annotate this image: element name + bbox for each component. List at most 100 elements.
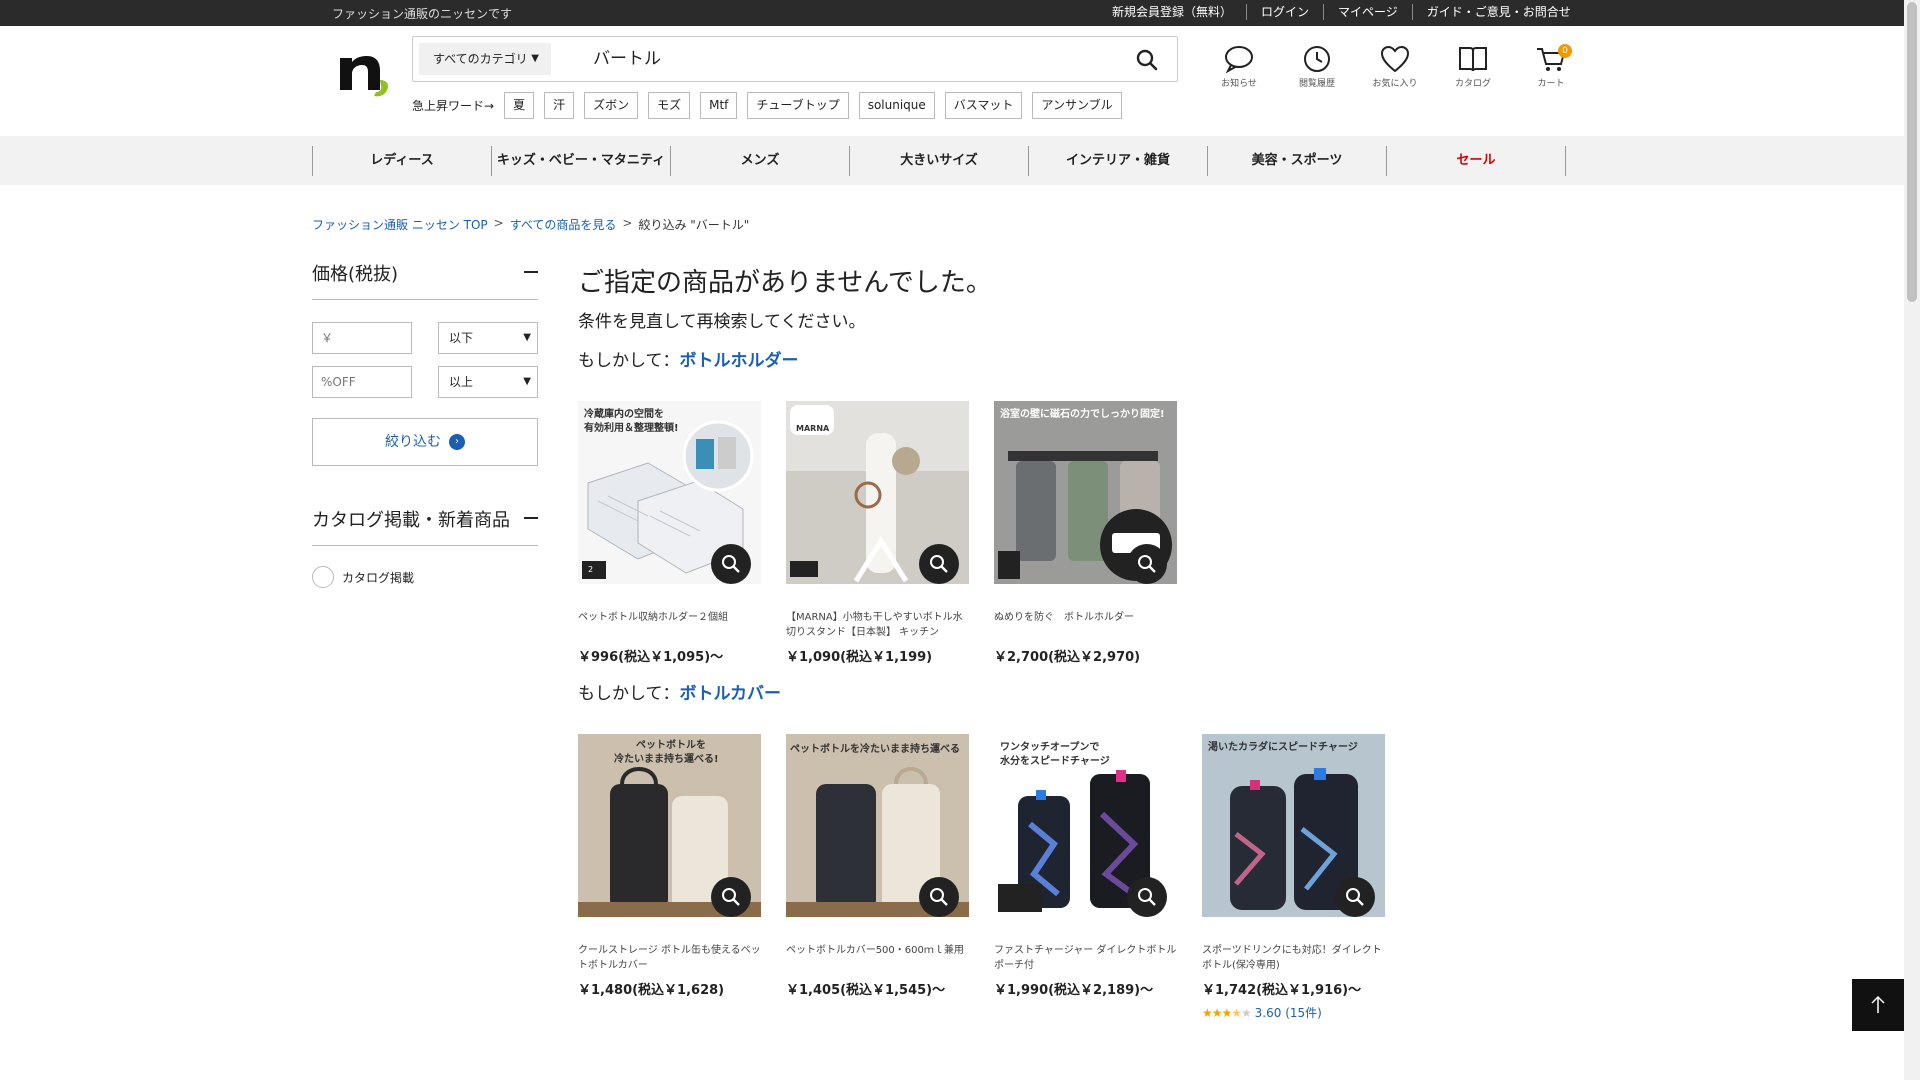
magnifier-icon: [930, 555, 948, 573]
collapse-icon: [524, 517, 538, 519]
magnifier-icon: [722, 555, 740, 573]
category-select-value: すべてのカテゴリ: [433, 52, 528, 66]
cart-button[interactable]: 0 カート: [1512, 44, 1590, 89]
zoom-button[interactable]: [1127, 877, 1167, 917]
top-links: 新規会員登録（無料） ログイン マイページ ガイド・ご意見・お問合せ: [1112, 4, 1585, 20]
product-card[interactable]: 冷蔵庫内の空間を 有効利用＆整理整頓! 2 ペットボトル収納ホルダー２個組 ￥9…: [578, 401, 761, 665]
history-button[interactable]: 閲覧履歴: [1278, 44, 1356, 89]
magnifier-icon: [722, 888, 740, 906]
site-logo[interactable]: [336, 46, 392, 98]
suggestion-link[interactable]: ボトルホルダー: [680, 351, 799, 371]
trending-tag[interactable]: 夏: [504, 92, 535, 119]
filter-sidebar: 価格(税抜) 以下 ▼ 以上 ▼ 絞り込む › カタログ掲載・新着商品 カタログ掲…: [312, 260, 538, 588]
heart-icon: [1380, 45, 1410, 73]
back-to-top-button[interactable]: [1852, 979, 1904, 1031]
search-icon: [1136, 49, 1158, 71]
svg-text:冷たいまま持ち運べる!: 冷たいまま持ち運べる!: [614, 752, 719, 765]
nav-item-ladies[interactable]: レディース: [313, 146, 492, 176]
header-icons: お知らせ 閲覧履歴 お気に入り カタログ 0 カート: [1200, 44, 1590, 89]
retry-message: 条件を見直して再検索してください。: [578, 312, 866, 332]
cart-count-badge: 0: [1558, 44, 1572, 58]
favorites-button[interactable]: お気に入り: [1356, 44, 1434, 89]
category-select[interactable]: すべてのカテゴリ ▼: [419, 43, 551, 75]
product-card[interactable]: ペットボトルを 冷たいまま持ち運べる! クールストレージ ボトル缶も使えるペット…: [578, 734, 761, 1021]
price-input[interactable]: [312, 322, 412, 354]
trending-tag[interactable]: 汗: [544, 92, 575, 119]
discount-input[interactable]: [312, 366, 412, 398]
zoom-button[interactable]: [711, 877, 751, 917]
product-name[interactable]: スポーツドリンクにも対応！ダイレクトボトル(保冷専用): [1202, 943, 1385, 973]
product-name[interactable]: 【MARNA】小物も干しやすいボトル水切りスタンド【日本製】 キッチン: [786, 610, 969, 640]
trending-tag[interactable]: solunique: [858, 92, 935, 119]
arrow-up-icon: [1871, 995, 1885, 1013]
price-filter-header[interactable]: 価格(税抜): [312, 260, 538, 300]
svg-text:有効利用＆整理整頓!: 有効利用＆整理整頓!: [584, 421, 679, 434]
notifications-button[interactable]: お知らせ: [1200, 44, 1278, 89]
product-card[interactable]: 渇いたカラダにスピードチャージ スポーツドリンクにも対応！ダイレクトボトル(保冷…: [1202, 734, 1385, 1021]
svg-text:ワンタッチオープンで: ワンタッチオープンで: [1000, 740, 1099, 753]
trending-tag[interactable]: チューブトップ: [747, 92, 849, 119]
catalog-filter-header[interactable]: カタログ掲載・新着商品: [312, 506, 538, 546]
book-icon: [1459, 47, 1487, 72]
breadcrumb-home[interactable]: ファッション通販 ニッセン TOP: [312, 216, 488, 233]
suggestion-link[interactable]: ボトルカバー: [680, 684, 782, 704]
trending-tag[interactable]: モズ: [648, 92, 691, 119]
product-name[interactable]: ファストチャージャー ダイレクトボトルポーチ付: [994, 943, 1177, 973]
catalog-button[interactable]: カタログ: [1434, 44, 1512, 89]
svg-text:渇いたカラダにスピードチャージ: 渇いたカラダにスピードチャージ: [1208, 740, 1358, 753]
product-card[interactable]: ワンタッチオープンで 水分をスピードチャージ ファストチャージャー ダイレクトボ…: [994, 734, 1177, 1021]
product-image: 冷蔵庫内の空間を 有効利用＆整理整頓! 2: [578, 401, 761, 584]
product-card[interactable]: 浴室の壁に磁石の力でしっかり固定! ぬめりを防ぐ ボトルホルダー ￥2,700(…: [994, 401, 1177, 665]
product-image: ペットボトルを冷たいまま持ち運べる: [786, 734, 969, 917]
product-image: ワンタッチオープンで 水分をスピードチャージ: [994, 734, 1177, 917]
trending-words: 急上昇ワード→ 夏 汗 ズボン モズ Mtf チューブトップ solunique…: [412, 92, 1132, 119]
zoom-button[interactable]: [1335, 877, 1375, 917]
nav-item-mens[interactable]: メンズ: [671, 146, 850, 176]
zoom-button[interactable]: [919, 544, 959, 584]
magnifier-icon: [1138, 888, 1156, 906]
breadcrumb-separator: >: [493, 216, 504, 230]
trending-tag[interactable]: Mtf: [700, 92, 738, 119]
page-scrollbar[interactable]: [1904, 0, 1920, 1080]
breadcrumb-all-products[interactable]: すべての商品を見る: [510, 216, 617, 233]
search-bar: すべてのカテゴリ ▼: [412, 36, 1178, 82]
zoom-button[interactable]: [919, 877, 959, 917]
mypage-link[interactable]: マイページ: [1323, 4, 1412, 20]
guide-link[interactable]: ガイド・ご意見・お問合せ: [1411, 4, 1585, 20]
nav-item-beauty-sports[interactable]: 美容・スポーツ: [1208, 146, 1387, 176]
site-tagline: ファッション通販のニッセンです: [332, 7, 513, 21]
nav-item-large-size[interactable]: 大きいサイズ: [850, 146, 1029, 176]
no-result-heading: ご指定の商品がありませんでした。: [578, 268, 992, 298]
trending-tag[interactable]: バスマット: [944, 92, 1023, 119]
product-name[interactable]: ペットボトル収納ホルダー２個組: [578, 610, 761, 640]
svg-text:冷蔵庫内の空間を: 冷蔵庫内の空間を: [584, 407, 664, 420]
filter-button[interactable]: 絞り込む ›: [312, 418, 538, 466]
nav-item-sale[interactable]: セール: [1387, 146, 1566, 176]
login-link[interactable]: ログイン: [1246, 4, 1323, 20]
zoom-button[interactable]: [711, 544, 751, 584]
product-name[interactable]: ペットボトルカバー500・600ｍｌ兼用: [786, 943, 969, 973]
breadcrumb-separator: >: [622, 216, 633, 230]
register-link[interactable]: 新規会員登録（無料）: [1112, 4, 1246, 20]
trending-tag[interactable]: アンサンブル: [1032, 92, 1122, 119]
search-button[interactable]: [1135, 48, 1159, 72]
catalog-radio[interactable]: カタログ掲載: [312, 566, 538, 588]
discount-mode-value: 以上: [449, 375, 474, 389]
product-card[interactable]: ペットボトルを冷たいまま持ち運べる ペットボトルカバー500・600ｍｌ兼用 ￥…: [786, 734, 969, 1021]
product-rating[interactable]: ★★★★★ 3.60 (15件): [1202, 1004, 1385, 1021]
discount-mode-select[interactable]: 以上 ▼: [438, 366, 538, 398]
category-nav: レディース キッズ・ベビー・マタニティ メンズ 大きいサイズ インテリア・雑貨 …: [0, 136, 1904, 185]
product-name[interactable]: クールストレージ ボトル缶も使えるペットボトルカバー: [578, 943, 761, 973]
review-count[interactable]: (15件): [1285, 1006, 1322, 1020]
scrollbar-thumb[interactable]: [1907, 2, 1917, 302]
nav-item-interior[interactable]: インテリア・雑貨: [1029, 146, 1208, 176]
rating-score: 3.60: [1254, 1006, 1282, 1020]
trending-tag[interactable]: ズボン: [584, 92, 639, 119]
search-input[interactable]: [593, 45, 1093, 73]
price-mode-select[interactable]: 以下 ▼: [438, 322, 538, 354]
product-card[interactable]: MARNA 【MARNA】小物も干しやすいボトル水切りスタンド【日本製】 キッチ…: [786, 401, 969, 665]
product-name[interactable]: ぬめりを防ぐ ボトルホルダー: [994, 610, 1177, 640]
nav-item-kids[interactable]: キッズ・ベビー・マタニティ: [492, 146, 671, 176]
zoom-button[interactable]: [1127, 544, 1167, 584]
chevron-down-icon: ▼: [523, 332, 531, 343]
